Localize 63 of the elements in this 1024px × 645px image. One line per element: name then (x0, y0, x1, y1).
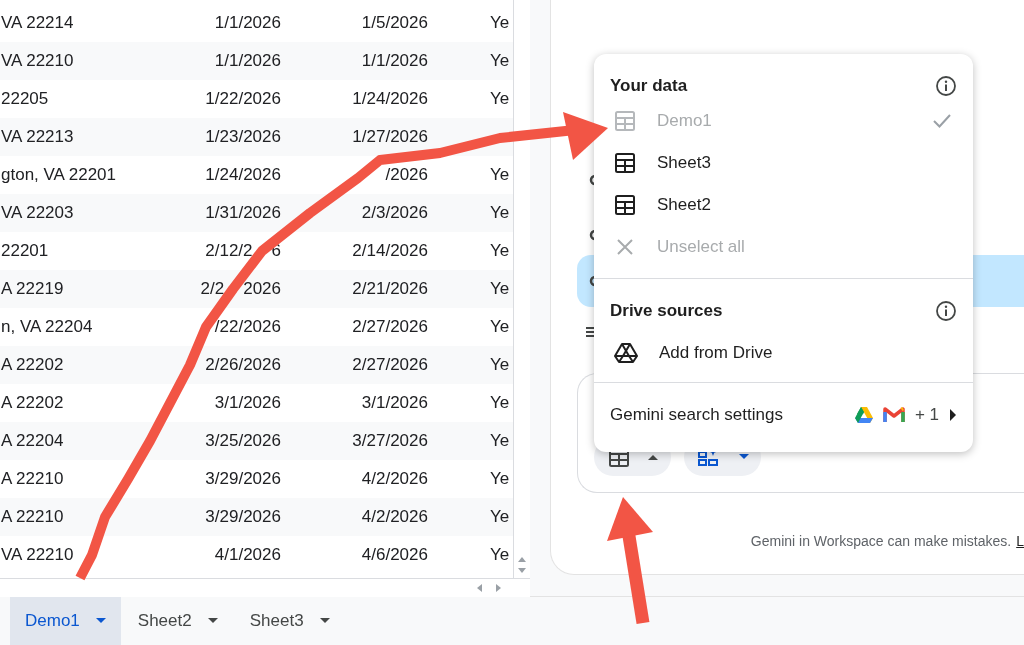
table-cell-text: Ye (489, 468, 511, 491)
table-cell-text: /2026 (384, 164, 428, 187)
table-cell-text: Ye (489, 354, 511, 377)
table-cell-text: A 22210 (0, 506, 65, 529)
section-title: Drive sources (610, 300, 723, 323)
table-cell-text: VA 22213 (0, 126, 75, 149)
table-cell-text: 1/1/2026 (360, 50, 428, 73)
table-cell-text: gton, VA 22201 (0, 164, 117, 187)
table-cell-text: 1/1/2026 (213, 50, 281, 73)
table-cell-text: 3/27/2026 (351, 430, 428, 453)
table-cell-text: 3/25/2026 (205, 430, 281, 453)
table-cell-text: Ye (489, 544, 511, 567)
table-cell-text: Ye (489, 316, 511, 339)
table-cell-text: VA 22210 (0, 50, 75, 73)
table-cell-text: 1/24/2026 (205, 164, 281, 187)
table-cell-text: Ye (489, 430, 511, 453)
table-cell-text: Ye (489, 50, 511, 73)
table-cell-text: 2/26/2026 (205, 354, 281, 377)
table-cell-text: 1/22/2026 (205, 88, 281, 111)
table-cell-text: 4/1/2026 (213, 544, 281, 567)
table-cell-text: 2/27/2026 (351, 354, 428, 377)
table-cell-text: 2/12/2 (205, 240, 253, 263)
table-cell-text: 2/27/2026 (351, 316, 428, 339)
table-cell-text: 3/1/2026 (360, 392, 428, 415)
table-cell-text: 3/29/2026 (205, 506, 281, 529)
table-cell-text: Ye (489, 240, 511, 263)
table-cell-text: 4/2/2026 (360, 506, 428, 529)
table-cell-text: 3/29/2026 (205, 468, 281, 491)
table-cell-text: /22/2026 (213, 316, 281, 339)
table-cell-text: Ye (489, 88, 511, 111)
table-cell-text: 4/6/2026 (360, 544, 428, 567)
table-cell-text: A 22202 (0, 392, 65, 415)
table-cell-text: 4/2/2026 (360, 468, 428, 491)
table-cell-text: 1/1/2026 (213, 12, 281, 35)
table-cell-text: VA 22214 (0, 12, 75, 35)
table-cell-text: 1/5/2026 (360, 12, 428, 35)
table-cell-text: Ye (489, 12, 511, 35)
table-cell-text: 1/23/2026 (205, 126, 281, 149)
table-cell-text: 22201 (0, 240, 50, 263)
table-cell-text: 1/24/2026 (351, 88, 428, 111)
table-cell-text: VA 22203 (0, 202, 75, 225)
table-cell-text: A 22204 (0, 430, 65, 453)
table-cell-text: VA 22210 (0, 544, 75, 567)
table-cell-text: A 22202 (0, 354, 65, 377)
disclaimer-text: Gemini in Workspace can make mistakes. (750, 532, 1012, 551)
table-cell-text: Ye (489, 278, 511, 301)
source-count: + 1 (914, 403, 939, 426)
table-cell-text: 1/31/2026 (205, 202, 281, 225)
table-cell-text: 2026 (243, 278, 281, 301)
table-cell-text: n, VA 22204 (0, 316, 94, 339)
table-cell-text: 22205 (0, 88, 50, 111)
table-cell-text: 2/21/2026 (351, 278, 428, 301)
table-cell-text: A 22210 (0, 468, 65, 491)
table-cell-text: Ye (489, 392, 511, 415)
section-title: Your data (610, 75, 688, 98)
table-cell-text: 2/2 (200, 278, 225, 301)
table-cell-text: 1/27/2026 (351, 126, 428, 149)
table-cell-text: Ye (489, 506, 511, 529)
table-cell-text: 2/3/2026 (360, 202, 428, 225)
table-cell-text: 3/1/2026 (213, 392, 281, 415)
table-cell-text: 2/14/2026 (351, 240, 428, 263)
table-cell-text: Ye (489, 164, 511, 187)
table-cell-text: Ye (489, 202, 511, 225)
